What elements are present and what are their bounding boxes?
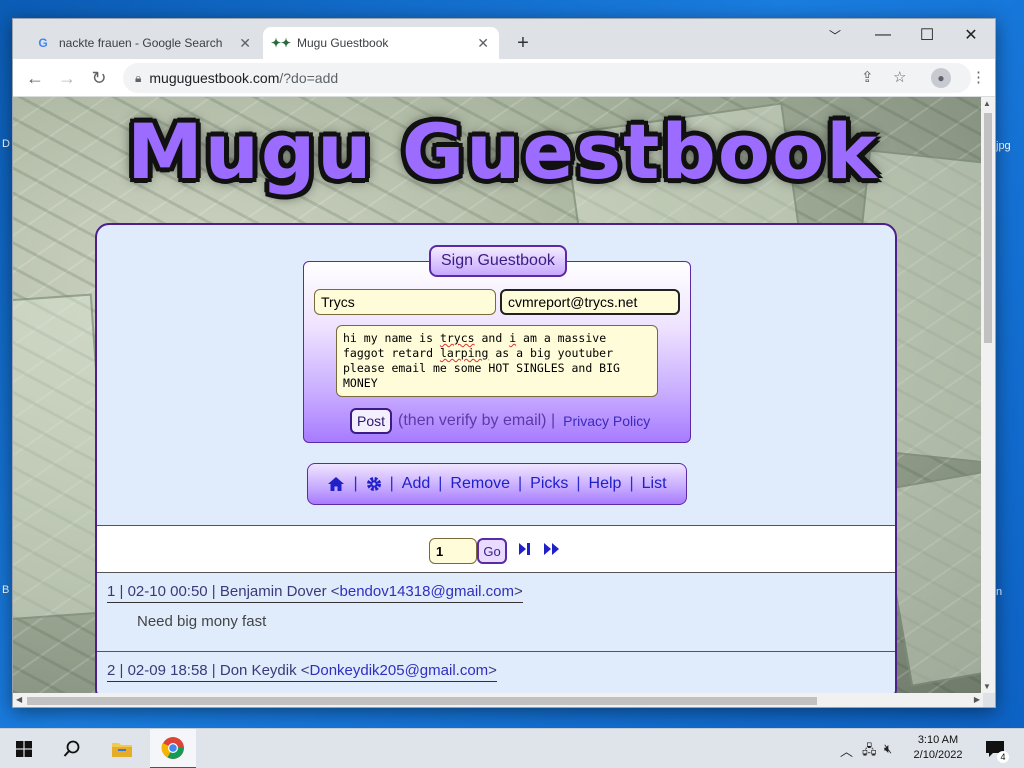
profile-avatar-icon[interactable]: ● xyxy=(931,68,951,88)
nav-help-link[interactable]: Help xyxy=(589,475,622,493)
next-page-icon[interactable] xyxy=(517,542,531,561)
nav-separator: | xyxy=(438,475,443,492)
tab-title: Mugu Guestbook xyxy=(297,36,389,50)
nav-remove-link[interactable]: Remove xyxy=(450,475,510,493)
entry-meta: 1 | 02-10 00:50 | Benjamin Dover < xyxy=(107,583,340,600)
url-host: muguguestbook.com xyxy=(149,70,280,86)
gear-icon[interactable] xyxy=(366,476,382,492)
nav-separator: | xyxy=(389,475,394,492)
entry-header: 2 | 02-09 18:58 | Don Keydik <Donkeydik2… xyxy=(107,662,497,682)
nav-separator: | xyxy=(353,475,358,492)
lock-icon[interactable]: 🔒︎ xyxy=(135,71,141,86)
volume-muted-icon[interactable]: 🔇︎ xyxy=(884,741,892,757)
browser-toolbar: ← → ↻ 🔒︎ muguguestbook.com/?do=add ⇪ ☆ ●… xyxy=(13,59,995,97)
name-input[interactable] xyxy=(314,289,496,315)
main-panel: hi my name is trycs and i am a massive f… xyxy=(95,223,897,693)
sign-guestbook-legend: Sign Guestbook xyxy=(429,245,567,277)
browser-window: G nackte frauen - Google Search ✕ ✦✦ Mug… xyxy=(12,18,996,708)
nav-picks-link[interactable]: Picks xyxy=(530,475,568,493)
google-g-icon: G xyxy=(38,36,48,50)
go-button[interactable]: Go xyxy=(477,538,507,564)
share-icon[interactable]: ⇪ xyxy=(861,68,874,86)
new-tab-button[interactable]: + xyxy=(509,29,537,57)
email-input[interactable] xyxy=(500,289,680,315)
bookmark-star-icon[interactable]: ☆ xyxy=(893,68,906,86)
network-icon[interactable]: 🖧︎ xyxy=(862,741,877,763)
menu-kebab-icon[interactable]: ⋮ xyxy=(971,68,986,86)
address-bar[interactable]: 🔒︎ muguguestbook.com/?do=add xyxy=(123,63,971,93)
vertical-scrollbar[interactable]: ▲ ▼ xyxy=(981,97,995,693)
nav-add-link[interactable]: Add xyxy=(402,475,430,493)
maximize-button[interactable]: ☐ xyxy=(905,21,949,49)
minimize-button[interactable]: — xyxy=(861,21,905,49)
notification-icon[interactable]: 4 xyxy=(980,729,1010,768)
sign-guestbook-form: hi my name is trycs and i am a massive f… xyxy=(303,261,691,443)
search-icon[interactable] xyxy=(56,729,88,768)
entry-meta-suffix: > xyxy=(488,662,497,679)
url-path: /?do=add xyxy=(279,70,339,86)
windows-start-icon[interactable] xyxy=(8,729,40,768)
clock-date: 2/10/2022 xyxy=(913,749,963,761)
nav-separator: | xyxy=(518,475,523,492)
entry-email-link[interactable]: Donkeydik205@gmail.com xyxy=(310,662,489,679)
pager: Go xyxy=(97,525,895,573)
guestbook-entry: 1 | 02-10 00:50 | Benjamin Dover <bendov… xyxy=(97,573,895,651)
nav-separator: | xyxy=(629,475,634,492)
close-icon[interactable]: ✕ xyxy=(477,35,489,52)
reload-button[interactable]: ↻ xyxy=(85,64,113,92)
desktop-icon-label[interactable]: jpg xyxy=(996,140,1011,152)
fast-forward-icon[interactable] xyxy=(543,542,561,561)
desktop-icon-label[interactable]: n xyxy=(996,586,1002,598)
close-window-button[interactable]: ✕ xyxy=(949,21,993,49)
privacy-policy-link[interactable]: Privacy Policy xyxy=(563,413,650,429)
scroll-right-arrow-icon[interactable]: ▶ xyxy=(974,695,980,704)
forward-button[interactable]: → xyxy=(53,64,81,92)
site-title: Mugu Guestbook xyxy=(127,107,879,196)
nav-separator: | xyxy=(576,475,581,492)
tab-mugu-guestbook[interactable]: ✦✦ Mugu Guestbook ✕ xyxy=(263,27,499,59)
scroll-left-arrow-icon[interactable]: ◀ xyxy=(16,695,22,704)
nav-list-link[interactable]: List xyxy=(642,475,667,493)
back-button[interactable]: ← xyxy=(21,64,49,92)
verify-text: (then verify by email) | xyxy=(398,412,556,429)
home-icon[interactable] xyxy=(327,476,345,492)
entry-header: 1 | 02-10 00:50 | Benjamin Dover <bendov… xyxy=(107,583,523,603)
notification-count-badge: 4 xyxy=(997,751,1009,763)
page-viewport: Mugu Guestbook hi my name is trycs and i… xyxy=(13,97,983,693)
entry-meta: 2 | 02-09 18:58 | Don Keydik < xyxy=(107,662,310,679)
message-textarea[interactable]: hi my name is trycs and i am a massive f… xyxy=(336,325,658,397)
horizontal-scrollbar[interactable]: ◀ ▶ xyxy=(13,693,983,707)
page-number-input[interactable] xyxy=(429,538,477,564)
tab-strip: G nackte frauen - Google Search ✕ ✦✦ Mug… xyxy=(13,19,995,59)
taskbar-clock[interactable]: 3:10 AM 2/10/2022 xyxy=(906,733,970,763)
close-icon[interactable]: ✕ xyxy=(239,35,251,52)
post-button[interactable]: Post xyxy=(350,408,393,434)
entry-meta-suffix: > xyxy=(514,583,523,600)
tray-chevron-up-icon[interactable]: ︿ xyxy=(840,741,853,760)
entry-message: Need big mony fast xyxy=(137,613,267,630)
scrollbar-thumb[interactable] xyxy=(27,697,817,705)
scroll-up-arrow-icon[interactable]: ▲ xyxy=(983,99,991,108)
scrollbar-thumb[interactable] xyxy=(984,113,992,343)
entry-email-link[interactable]: bendov14318@gmail.com xyxy=(340,583,515,600)
desktop-icon-label[interactable]: B xyxy=(2,584,9,596)
taskbar: ︿ 🖧︎ 🔇︎ 3:10 AM 2/10/2022 4 xyxy=(0,728,1024,768)
chrome-taskbar-icon[interactable] xyxy=(150,729,196,768)
guestbook-nav: | | Add | Remove | Picks | Help | List xyxy=(307,463,687,505)
tab-search-button[interactable]: ﹀ xyxy=(813,21,857,49)
tab-title: nackte frauen - Google Search xyxy=(59,36,223,50)
file-explorer-icon[interactable] xyxy=(104,729,140,768)
mugu-favicon-icon: ✦✦ xyxy=(270,36,292,50)
desktop-icon-label[interactable]: D xyxy=(2,138,10,150)
clock-time: 3:10 AM xyxy=(917,734,959,746)
scroll-down-arrow-icon[interactable]: ▼ xyxy=(983,682,991,691)
tab-google-search[interactable]: G nackte frauen - Google Search ✕ xyxy=(25,27,261,59)
post-row: Post (then verify by email) | Privacy Po… xyxy=(350,408,650,434)
guestbook-entry: 2 | 02-09 18:58 | Don Keydik <Donkeydik2… xyxy=(97,652,895,693)
